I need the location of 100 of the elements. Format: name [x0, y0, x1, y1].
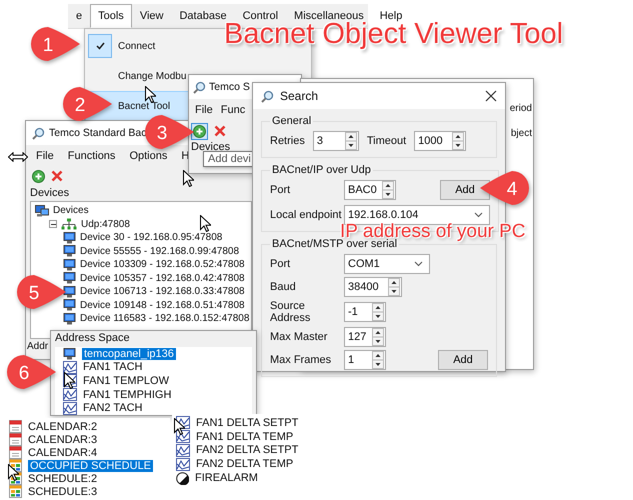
field-label: Max Frames — [270, 354, 332, 366]
monitor-icon — [63, 299, 76, 312]
list-item[interactable]: OCCUPIED SCHEDULE — [28, 460, 154, 472]
tree-item[interactable]: Device 116583 - 192.168.0.152:47808 — [80, 313, 250, 324]
field-label: Max Master — [270, 331, 328, 343]
calendar-icon — [9, 446, 22, 459]
tree-item[interactable]: temcopanel_ip136 — [82, 348, 176, 360]
close-icon[interactable] — [485, 90, 497, 102]
tree-item[interactable]: Devices — [53, 205, 89, 216]
monitor-icon — [63, 312, 76, 325]
graph-icon — [63, 388, 77, 402]
collapse-icon[interactable] — [49, 220, 57, 228]
number-field[interactable]: 38400 — [344, 277, 402, 297]
tree-item[interactable]: FAN1 TEMPLOW — [83, 374, 169, 387]
panel-label: Devices — [29, 186, 70, 201]
tree-item[interactable]: Device 103309 - 192.168.0.52:47808 — [80, 259, 245, 270]
cursor-icon — [200, 215, 211, 232]
list-item[interactable]: SCHEDULE:3 — [28, 486, 98, 498]
spin-arrows-icon[interactable] — [452, 132, 464, 150]
number-field[interactable]: 1000 — [414, 131, 466, 151]
spin-arrows-icon[interactable] — [372, 351, 384, 369]
cursor-icon — [8, 464, 19, 481]
number-field[interactable]: 3 — [312, 131, 359, 151]
menu-item[interactable]: File — [36, 150, 54, 162]
list-item[interactable]: FAN2 DELTA TEMP — [196, 458, 294, 470]
menu-item[interactable]: File — [195, 104, 213, 116]
graph-icon — [176, 430, 190, 444]
menu-item[interactable]: Func — [220, 104, 246, 116]
add-icon[interactable] — [193, 124, 206, 138]
search-icon — [193, 80, 206, 94]
calendar-icon — [9, 433, 22, 446]
menu-item[interactable]: Functions — [68, 150, 116, 162]
list-item[interactable]: SCHEDULE:2 — [28, 472, 98, 484]
list-item[interactable]: FIREALARM — [195, 472, 258, 484]
menu-item[interactable]: View — [132, 4, 172, 28]
half-circle-icon — [176, 472, 189, 485]
chevron-down-icon — [474, 212, 483, 218]
add-button[interactable]: Add — [438, 350, 488, 370]
graph-icon — [63, 360, 77, 374]
menu-item[interactable]: Tools — [90, 4, 132, 28]
callout-marker: 2 — [60, 84, 114, 124]
chevron-down-icon — [414, 261, 423, 267]
spin-arrows-icon[interactable] — [388, 278, 400, 296]
field-label: Retries — [270, 135, 305, 147]
group-heading: General — [271, 115, 312, 127]
search-icon — [261, 90, 274, 102]
tree-item[interactable]: Device 109148 - 192.168.0.51:47808 — [80, 300, 245, 311]
field-label: Local endpoint — [270, 209, 343, 221]
minus-glyph — [50, 222, 56, 227]
tree-item[interactable]: FAN2 TACH — [83, 402, 142, 414]
list-item[interactable]: FAN1 DELTA SETPT — [196, 416, 298, 429]
callout-marker: 5 — [14, 272, 68, 312]
monitor-icon — [63, 232, 76, 244]
cursor-icon — [145, 86, 156, 103]
spin-arrows-icon[interactable] — [372, 328, 384, 346]
tree-item[interactable]: Udp:47808 — [81, 218, 130, 230]
add-button[interactable]: Add — [440, 180, 490, 200]
callout-marker: 6 — [4, 352, 58, 392]
tree-item[interactable]: FAN1 TACH — [83, 361, 142, 374]
monitor-icon — [63, 348, 76, 360]
spin-arrows-icon[interactable] — [372, 303, 384, 321]
monitor-icon — [63, 245, 76, 258]
panel-label: Addr — [26, 340, 50, 354]
field-label: Timeout — [366, 135, 406, 147]
field-label: Baud — [270, 281, 297, 293]
monitor-icon — [63, 272, 76, 284]
spin-arrows-icon[interactable] — [344, 132, 357, 150]
field-label: Port — [270, 184, 292, 196]
window-title: Temco S — [209, 81, 250, 93]
delete-icon[interactable] — [214, 125, 226, 137]
delete-icon[interactable] — [51, 170, 63, 182]
search-icon — [32, 126, 45, 140]
menu-item[interactable]: Options — [129, 150, 168, 162]
computers-icon — [35, 204, 49, 217]
callout-marker: 4 — [478, 168, 532, 208]
resize-cursor-icon — [8, 152, 28, 162]
dialog-title: Search — [280, 89, 320, 103]
field-label: Source Address — [270, 300, 312, 324]
tree-item[interactable]: Device 105357 - 192.168.0.42:47808 — [80, 272, 245, 284]
group-heading: BACnet/IP over Udp — [271, 164, 372, 176]
port-field[interactable]: BAC0 — [344, 180, 396, 200]
callout-marker: 1 — [28, 24, 82, 64]
list-item[interactable]: FAN2 DELTA SETPT — [196, 444, 298, 456]
number-field[interactable]: 127 — [344, 327, 386, 347]
list-item[interactable]: FAN1 DELTA TEMP — [196, 430, 294, 443]
panel-label: Devices — [190, 141, 232, 153]
spin-arrows-icon[interactable] — [382, 181, 394, 199]
tree-item[interactable]: Device 55555 - 192.168.0.99:47808 — [80, 246, 240, 257]
list-item[interactable]: CALENDAR:2 — [28, 420, 98, 432]
tree-item[interactable]: FAN1 TEMPHIGH — [83, 388, 172, 401]
list-item[interactable]: CALENDAR:4 — [28, 446, 98, 458]
number-field[interactable]: -1 — [344, 302, 386, 322]
graph-icon — [176, 444, 190, 457]
tree-item[interactable]: Device 106713 - 192.168.0.33:47808 — [80, 286, 245, 298]
port-dropdown[interactable]: COM1 — [344, 254, 430, 274]
tree-item[interactable]: Device 30 - 192.168.0.95:47808 — [80, 232, 222, 244]
monitor-icon — [63, 286, 76, 298]
number-field[interactable]: 1 — [344, 350, 386, 370]
add-icon[interactable] — [32, 170, 45, 182]
list-item[interactable]: CALENDAR:3 — [28, 434, 98, 446]
